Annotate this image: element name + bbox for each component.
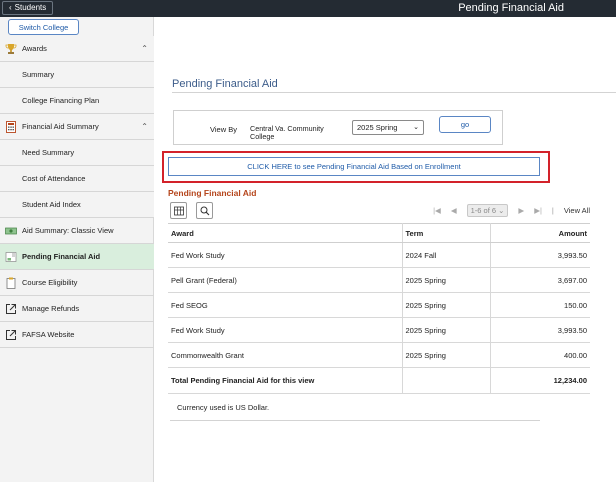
sidebar-item-summary[interactable]: Summary	[0, 62, 154, 88]
sidebar-nav: Awards ⌃ Summary College Financing Plan …	[0, 36, 154, 348]
page-count-select[interactable]: 1-6 of 6 ⌄	[466, 204, 509, 217]
chevron-up-icon[interactable]: ⌃	[141, 44, 148, 53]
total-amount: 12,234.00	[490, 367, 590, 394]
sidebar-item-college-financing-plan[interactable]: College Financing Plan	[0, 88, 154, 114]
external-link-icon	[6, 304, 16, 314]
award-cell: Fed SEOG	[168, 292, 403, 318]
clipboard-icon	[6, 277, 16, 289]
sidebar-group-awards[interactable]: Awards ⌃	[0, 36, 154, 62]
sidebar-item-course-eligibility[interactable]: Course Eligibility	[0, 270, 154, 296]
page-title: Pending Financial Aid	[458, 2, 564, 14]
chevron-up-icon[interactable]: ⌃	[141, 122, 148, 131]
pager: |◀ ◀ 1-6 of 6 ⌄ ▶ ▶| | View All	[433, 204, 590, 217]
term-cell: 2025 Spring	[402, 267, 491, 293]
table-header-row: Award Term Amount	[168, 223, 590, 243]
amount-cell: 3,993.50	[490, 242, 590, 268]
sidebar-item-label: Need Summary	[22, 148, 75, 157]
sidebar: Switch College Awards ⌃ Summary College …	[0, 17, 154, 482]
sidebar-group-financial-aid-summary[interactable]: Financial Aid Summary ⌃	[0, 114, 154, 140]
sidebar-item-fafsa-website[interactable]: FAFSA Website	[0, 322, 154, 348]
back-to-students-button[interactable]: ‹ Students	[2, 1, 54, 15]
previous-page-icon[interactable]: ◀	[451, 206, 457, 215]
sidebar-item-label: Course Eligibility	[22, 278, 78, 287]
first-page-icon[interactable]: |◀	[433, 206, 441, 215]
sidebar-item-cost-of-attendance[interactable]: Cost of Attendance	[0, 166, 154, 192]
find-button[interactable]	[196, 202, 213, 219]
sidebar-item-label: Pending Financial Aid	[22, 252, 101, 261]
award-cell: Commonwealth Grant	[168, 342, 403, 368]
table-row: Fed SEOG 2025 Spring 150.00	[168, 292, 590, 318]
sidebar-item-label: Cost of Attendance	[22, 174, 86, 183]
award-cell: Fed Work Study	[168, 317, 403, 343]
term-cell: 2025 Spring	[402, 292, 491, 318]
sidebar-item-label: Aid Summary: Classic View	[22, 226, 114, 235]
amount-cell: 3,697.00	[490, 267, 590, 293]
sidebar-item-manage-refunds[interactable]: Manage Refunds	[0, 296, 154, 322]
go-button[interactable]: go	[439, 116, 491, 133]
college-name: Central Va. Community College	[250, 124, 324, 141]
view-by-label: View By	[210, 125, 237, 134]
chevron-down-icon: ⌄	[413, 124, 419, 131]
search-icon	[200, 206, 209, 215]
top-bar: ‹ Students Pending Financial Aid	[0, 0, 616, 17]
column-header-term[interactable]: Term	[402, 223, 491, 243]
sidebar-item-label: Financial Aid Summary	[22, 122, 99, 131]
term-cell: 2024 Fall	[402, 242, 491, 268]
calculator-icon	[6, 121, 16, 133]
page-count: 1-6 of 6	[470, 206, 497, 215]
trophy-icon	[5, 44, 17, 54]
term-cell: 2025 Spring	[402, 317, 491, 343]
view-by-panel: View By Central Va. Community College 20…	[173, 110, 503, 145]
table-row: Commonwealth Grant 2025 Spring 400.00	[168, 342, 590, 368]
term-select[interactable]: 2025 Spring ⌄	[352, 120, 424, 135]
sidebar-item-label: Awards	[22, 44, 47, 53]
grid-title: Pending Financial Aid	[168, 188, 257, 198]
table-row: Fed Work Study 2024 Fall 3,993.50	[168, 242, 590, 268]
sidebar-item-label: Student Aid Index	[22, 200, 81, 209]
external-link-icon	[6, 330, 16, 340]
chevron-left-icon: ‹	[9, 3, 12, 12]
back-button-label: Students	[14, 3, 47, 12]
personalize-grid-button[interactable]	[170, 202, 187, 219]
total-term-cell	[402, 367, 491, 394]
amount-cell: 3,993.50	[490, 317, 590, 343]
sidebar-item-label: College Financing Plan	[22, 96, 100, 105]
pending-aid-icon	[5, 252, 17, 262]
sidebar-item-student-aid-index[interactable]: Student Aid Index	[0, 192, 154, 218]
grid-settings-icon	[173, 206, 184, 215]
currency-note: Currency used is US Dollar.	[177, 403, 270, 412]
footer-divider	[170, 420, 540, 421]
money-icon	[5, 227, 17, 235]
switch-college-button[interactable]: Switch College	[8, 19, 79, 35]
award-cell: Fed Work Study	[168, 242, 403, 268]
heading-divider	[172, 92, 616, 93]
total-label: Total Pending Financial Aid for this vie…	[168, 367, 403, 394]
next-page-icon[interactable]: ▶	[518, 206, 524, 215]
amount-cell: 150.00	[490, 292, 590, 318]
column-header-amount[interactable]: Amount	[490, 223, 590, 243]
sidebar-item-label: FAFSA Website	[22, 330, 75, 339]
table-row: Pell Grant (Federal) 2025 Spring 3,697.0…	[168, 267, 590, 293]
section-heading: Pending Financial Aid	[172, 78, 278, 90]
last-page-icon[interactable]: ▶|	[534, 206, 542, 215]
pending-aid-table: Award Term Amount Fed Work Study 2024 Fa…	[168, 223, 590, 394]
sidebar-item-label: Summary	[22, 70, 55, 79]
term-cell: 2025 Spring	[402, 342, 491, 368]
award-cell: Pell Grant (Federal)	[168, 267, 403, 293]
sidebar-item-need-summary[interactable]: Need Summary	[0, 140, 154, 166]
pager-divider: |	[551, 206, 554, 215]
enrollment-aid-button[interactable]: CLICK HERE to see Pending Financial Aid …	[168, 157, 540, 176]
sidebar-item-pending-financial-aid[interactable]: Pending Financial Aid	[0, 244, 154, 270]
column-header-award[interactable]: Award	[168, 223, 403, 243]
table-row: Fed Work Study 2025 Spring 3,993.50	[168, 317, 590, 343]
amount-cell: 400.00	[490, 342, 590, 368]
view-all-link[interactable]: View All	[564, 206, 590, 215]
term-select-value: 2025 Spring	[357, 123, 398, 132]
total-row: Total Pending Financial Aid for this vie…	[168, 367, 590, 394]
sidebar-item-label: Manage Refunds	[22, 304, 80, 313]
grid-toolbar: |◀ ◀ 1-6 of 6 ⌄ ▶ ▶| | View All	[168, 200, 590, 222]
sidebar-item-aid-summary-classic-view[interactable]: Aid Summary: Classic View	[0, 218, 154, 244]
